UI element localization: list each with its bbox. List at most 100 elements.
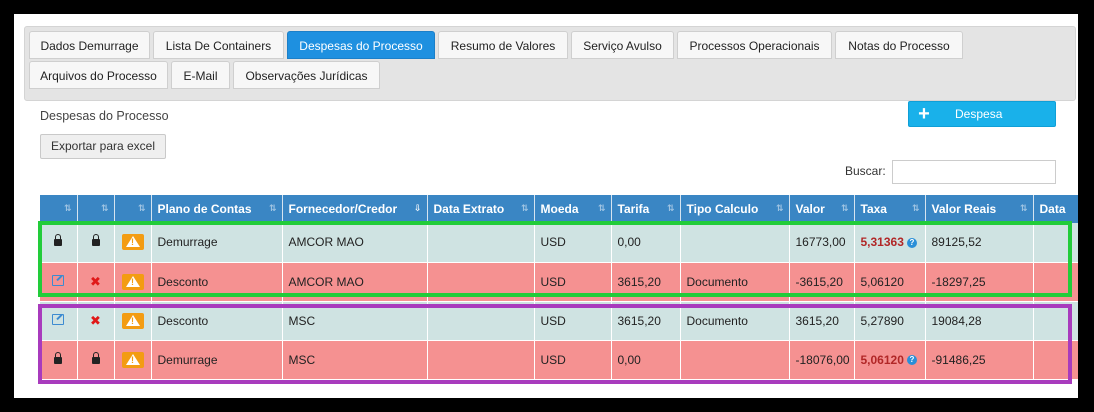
plus-icon: + bbox=[918, 103, 930, 125]
cell-moeda: USD bbox=[534, 301, 612, 341]
section-title: Despesas do Processo bbox=[40, 109, 169, 123]
cell-fornecedor: MSC bbox=[282, 301, 428, 341]
tab-resumo-de-valores[interactable]: Resumo de Valores bbox=[438, 31, 568, 59]
cell-tarifa: 0,00 bbox=[611, 223, 681, 263]
edit-icon[interactable] bbox=[52, 313, 65, 325]
delete-icon[interactable]: ✖ bbox=[90, 274, 101, 289]
cell-data-extrato bbox=[427, 301, 535, 341]
add-despesa-label: Despesa bbox=[955, 107, 1003, 121]
column-header-data-extrato[interactable]: Data Extrato ⇅ bbox=[427, 195, 535, 223]
sort-icon: ⇅ bbox=[520, 203, 528, 213]
sort-icon: ⇅ bbox=[597, 203, 605, 213]
cell-fornecedor: MSC bbox=[282, 340, 428, 380]
column-header-data[interactable]: Data bbox=[1033, 195, 1078, 223]
table-header-row: ⇅ ⇅ ⇅ Plano de Contas ⇅ Fornecedor/Credor… bbox=[40, 195, 1078, 223]
lock-icon bbox=[54, 234, 63, 247]
expenses-table: ⇅ ⇅ ⇅ Plano de Contas ⇅ Fornecedor/Credor… bbox=[40, 195, 1078, 380]
sort-icon: ⇅ bbox=[775, 203, 783, 213]
cell-tarifa: 3615,20 bbox=[611, 301, 681, 341]
sort-desc-icon: ⇩ bbox=[413, 203, 421, 213]
column-header-3[interactable]: ⇅ bbox=[114, 195, 152, 223]
taxa-value: 5,27890 bbox=[860, 313, 904, 328]
column-header-1[interactable]: ⇅ bbox=[40, 195, 78, 223]
lock-icon bbox=[54, 351, 63, 364]
export-excel-button[interactable]: Exportar para excel bbox=[40, 134, 166, 159]
cell-valor-reais: 89125,52 bbox=[925, 223, 1034, 263]
cell-fornecedor: AMCOR MAO bbox=[282, 262, 428, 302]
cell-plano-de-contas: Desconto bbox=[151, 301, 283, 341]
cell-tarifa: 3615,20 bbox=[611, 262, 681, 302]
edit-icon-cell[interactable] bbox=[40, 301, 78, 341]
cell-data bbox=[1033, 262, 1078, 302]
lock-icon bbox=[91, 351, 100, 364]
tab-processos-operacionais[interactable]: Processos Operacionais bbox=[677, 31, 832, 59]
warning-icon-cell bbox=[114, 223, 152, 263]
cell-moeda: USD bbox=[534, 262, 612, 302]
delete-icon-cell[interactable]: ✖ bbox=[77, 301, 115, 341]
cell-data bbox=[1033, 223, 1078, 263]
table-row[interactable]: DemurrageMSCUSD0,00-18076,005,06120?-914… bbox=[40, 340, 1078, 380]
tab-arquivos-do-processo[interactable]: Arquivos do Processo bbox=[29, 61, 168, 89]
edit-icon[interactable] bbox=[52, 274, 65, 286]
column-header-fornecedor[interactable]: Fornecedor/Credor ⇩ bbox=[282, 195, 428, 223]
cell-data-extrato bbox=[427, 223, 535, 263]
column-header-tarifa[interactable]: Tarifa ⇅ bbox=[611, 195, 681, 223]
lock-icon-cell[interactable] bbox=[40, 340, 78, 380]
table-row[interactable]: DemurrageAMCOR MAOUSD0,0016773,005,31363… bbox=[40, 223, 1078, 263]
page-frame: Dados Demurrage Lista De Containers Desp… bbox=[14, 14, 1078, 398]
warning-icon-cell bbox=[114, 340, 152, 380]
cell-plano-de-contas: Demurrage bbox=[151, 340, 283, 380]
delete-icon-cell[interactable]: ✖ bbox=[77, 262, 115, 302]
cell-data-extrato bbox=[427, 340, 535, 380]
sort-icon: ⇅ bbox=[63, 203, 71, 213]
help-icon[interactable]: ? bbox=[906, 238, 917, 249]
cell-taxa: 5,27890 bbox=[854, 301, 926, 341]
cell-valor: 3615,20 bbox=[789, 301, 855, 341]
sort-icon: ⇅ bbox=[137, 203, 145, 213]
cell-data-extrato bbox=[427, 262, 535, 302]
cell-valor-reais: -18297,25 bbox=[925, 262, 1034, 302]
taxa-value: 5,31363 bbox=[860, 235, 904, 250]
warning-icon-cell bbox=[114, 301, 152, 341]
tab-email[interactable]: E-Mail bbox=[171, 61, 230, 89]
search-input[interactable] bbox=[892, 160, 1056, 184]
column-header-plano-de-contas[interactable]: Plano de Contas ⇅ bbox=[151, 195, 283, 223]
lock-icon-cell[interactable] bbox=[77, 340, 115, 380]
table-row[interactable]: ✖DescontoMSCUSD3615,20Documento3615,205,… bbox=[40, 301, 1078, 341]
cell-taxa: 5,06120 bbox=[854, 262, 926, 302]
tab-lista-de-containers[interactable]: Lista De Containers bbox=[153, 31, 284, 59]
warning-icon bbox=[121, 312, 144, 329]
sort-icon: ⇅ bbox=[268, 203, 276, 213]
cell-valor-reais: -91486,25 bbox=[925, 340, 1034, 380]
cell-fornecedor: AMCOR MAO bbox=[282, 223, 428, 263]
cell-tipo-calculo: Documento bbox=[680, 301, 790, 341]
delete-icon[interactable]: ✖ bbox=[90, 313, 101, 328]
help-icon[interactable]: ? bbox=[906, 355, 917, 366]
add-despesa-button[interactable]: + Despesa bbox=[908, 101, 1056, 127]
warning-icon bbox=[121, 351, 144, 368]
tab-observacoes-juridicas[interactable]: Observações Jurídicas bbox=[233, 61, 380, 89]
cell-data bbox=[1033, 340, 1078, 380]
column-header-moeda[interactable]: Moeda ⇅ bbox=[534, 195, 612, 223]
warning-icon-cell bbox=[114, 262, 152, 302]
tab-servico-avulso[interactable]: Serviço Avulso bbox=[571, 31, 674, 59]
cell-data bbox=[1033, 301, 1078, 341]
column-header-valor[interactable]: Valor ⇅ bbox=[789, 195, 855, 223]
table-row[interactable]: ✖ DescontoAMCOR MAO USD3615,20Documento-36… bbox=[40, 262, 1078, 302]
column-header-tipo-calculo[interactable]: Tipo Calculo ⇅ bbox=[680, 195, 790, 223]
column-header-valor-reais[interactable]: Valor Reais ⇅ bbox=[925, 195, 1034, 223]
sort-icon: ⇅ bbox=[666, 203, 674, 213]
tab-despesas-do-processo[interactable]: Despesas do Processo bbox=[287, 31, 435, 59]
cell-tipo-calculo bbox=[680, 223, 790, 263]
tab-notas-do-processo[interactable]: Notas do Processo bbox=[835, 31, 963, 59]
sort-icon: ⇅ bbox=[1019, 203, 1027, 213]
cell-taxa: 5,31363? bbox=[854, 223, 926, 263]
column-header-2[interactable]: ⇅ bbox=[77, 195, 115, 223]
sort-icon: ⇅ bbox=[911, 203, 919, 213]
lock-icon-cell[interactable] bbox=[40, 223, 78, 263]
cell-plano-de-contas: Demurrage bbox=[151, 223, 283, 263]
column-header-taxa[interactable]: Taxa ⇅ bbox=[854, 195, 926, 223]
tab-dados-demurrage[interactable]: Dados Demurrage bbox=[29, 31, 150, 59]
lock-icon-cell[interactable] bbox=[77, 223, 115, 263]
edit-icon-cell[interactable] bbox=[40, 262, 78, 302]
